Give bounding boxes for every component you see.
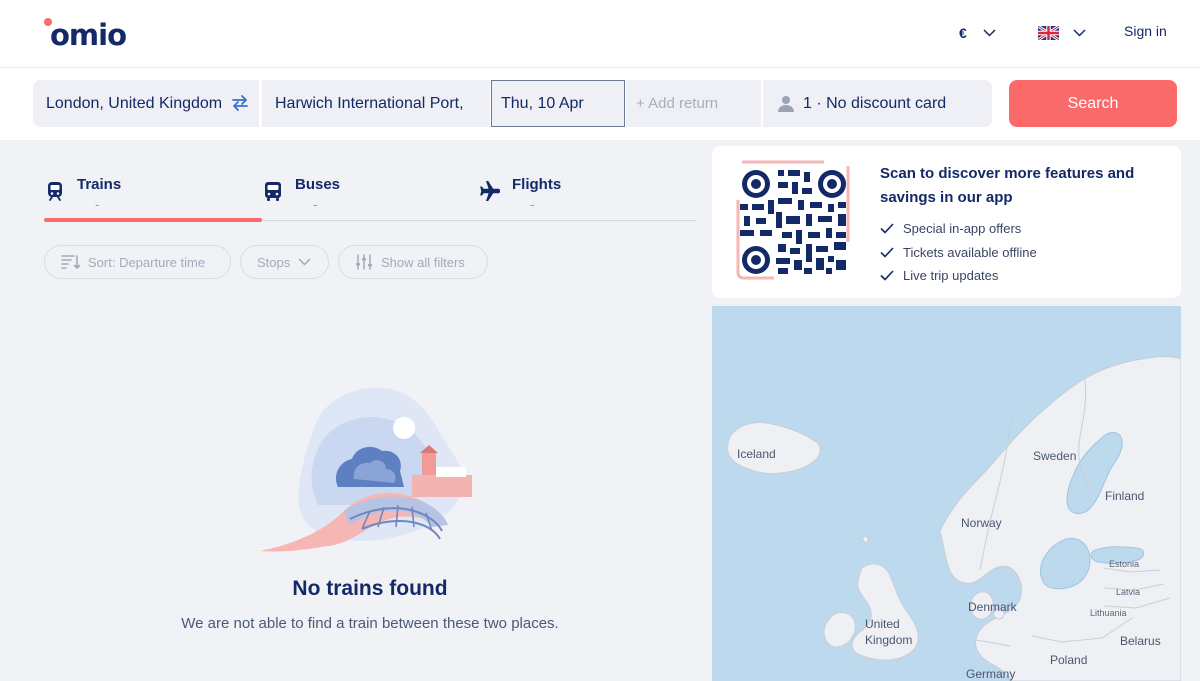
perk-label: Special in-app offers [903, 221, 1022, 237]
top-bar: omio € Sign in [0, 0, 1200, 68]
check-icon [880, 270, 894, 281]
app-promo-card: Scan to discover more features and savin… [712, 146, 1181, 298]
map-label-belarus: Belarus [1120, 634, 1161, 648]
empty-state-description: We are not able to find a train between … [181, 615, 559, 632]
destination-value: Harwich International Port, [275, 94, 464, 112]
tab-trains-label: Trains [77, 176, 122, 193]
chevron-down-icon [983, 29, 996, 37]
route-map[interactable]: Iceland Sweden Finland Norway Estonia La… [712, 306, 1181, 681]
uk-flag-icon [1038, 26, 1059, 40]
perk-label: Tickets available offline [903, 244, 1037, 260]
passengers-field[interactable]: 1 · No discount card [763, 80, 992, 127]
tab-trains-price: - [95, 196, 100, 212]
stops-label: Stops [257, 254, 291, 270]
departure-date-value: Thu, 10 Apr [501, 94, 584, 112]
map-label-norway: Norway [961, 516, 1002, 530]
map-label-iceland: Iceland [737, 447, 776, 461]
passengers-value: 1 · No discount card [803, 94, 947, 112]
tab-flights[interactable]: Flights - [479, 170, 697, 220]
map-label-latvia: Latvia [1116, 587, 1141, 597]
person-icon [778, 95, 794, 112]
show-all-filters-label: Show all filters [381, 254, 465, 270]
map-label-sweden: Sweden [1033, 449, 1077, 463]
stops-filter[interactable]: Stops [240, 245, 329, 279]
tab-buses-price: - [313, 196, 318, 212]
map-label-poland: Poland [1050, 653, 1088, 667]
departure-date-field[interactable]: Thu, 10 Apr [491, 80, 625, 127]
bus-icon [265, 182, 281, 201]
tab-trains[interactable]: Trains - [44, 170, 262, 222]
sort-label: Sort: Departure time [88, 254, 206, 270]
add-return-field[interactable]: + Add return [626, 80, 761, 127]
origin-field[interactable]: London, United Kingdom [33, 80, 259, 127]
map-label-denmark: Denmark [968, 600, 1017, 614]
transport-tabs: Trains - Buses - Flights - [44, 170, 697, 222]
qr-code[interactable] [736, 160, 856, 280]
list-item: Live trip updates [880, 264, 1037, 288]
map-label-estonia: Estonia [1109, 559, 1140, 569]
perk-label: Live trip updates [903, 268, 999, 284]
tab-buses-label: Buses [295, 176, 341, 193]
show-all-filters-button[interactable]: Show all filters [338, 245, 488, 279]
list-item: Special in-app offers [880, 217, 1037, 241]
sort-icon [61, 255, 80, 269]
chevron-down-icon [1073, 29, 1086, 37]
sliders-icon [356, 254, 372, 270]
origin-value: London, United Kingdom [46, 94, 223, 112]
search-form: London, United Kingdom Harwich Internati… [0, 68, 1200, 140]
currency-label: € [959, 25, 967, 41]
active-tab-indicator [44, 218, 262, 222]
app-perks-list: Special in-app offers Tickets available … [880, 217, 1037, 288]
app-promo-title: Scan to discover more features and savin… [880, 165, 1135, 206]
no-trains-illustration [260, 387, 472, 552]
train-icon [48, 182, 62, 201]
add-return-placeholder: + Add return [636, 95, 719, 112]
list-item: Tickets available offline [880, 241, 1037, 265]
chevron-down-icon [298, 258, 311, 266]
map-label-germany: Germany [966, 667, 1016, 681]
plane-icon [480, 181, 500, 201]
sort-button[interactable]: Sort: Departure time [44, 245, 231, 279]
logo-text: omio [50, 18, 127, 52]
map-label-united-kingdom: United Kingdom [865, 617, 913, 647]
map-label-lithuania: Lithuania [1090, 608, 1127, 618]
empty-state-title: No trains found [292, 577, 448, 600]
language-selector[interactable] [1038, 22, 1086, 44]
check-icon [880, 223, 894, 234]
search-button[interactable]: Search [1009, 80, 1177, 127]
sign-in-link[interactable]: Sign in [1124, 23, 1167, 39]
tab-flights-label: Flights [512, 176, 562, 193]
tab-buses[interactable]: Buses - [262, 170, 480, 220]
destination-field[interactable]: Harwich International Port, [262, 80, 490, 127]
qr-code-icon [736, 160, 850, 280]
swap-icon[interactable] [231, 94, 249, 112]
map-label-finland: Finland [1105, 489, 1145, 503]
currency-selector[interactable]: € [959, 22, 996, 44]
tab-flights-price: - [530, 196, 535, 212]
check-icon [880, 247, 894, 258]
